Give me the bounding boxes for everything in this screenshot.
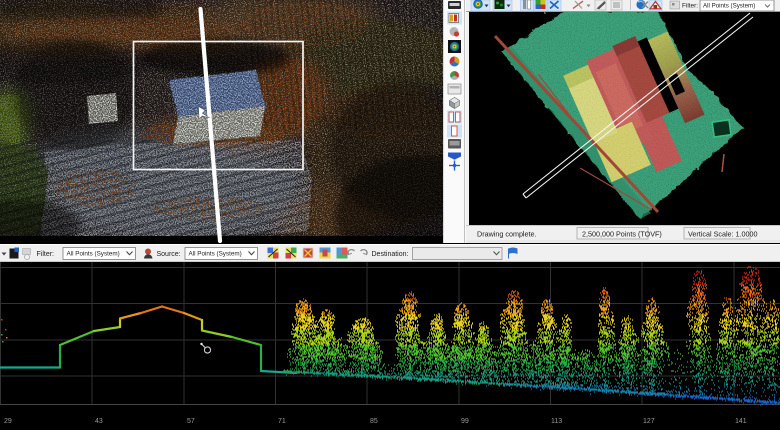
svg-text:All Points (System): All Points (System) — [189, 251, 242, 258]
svg-text:127: 127 — [643, 418, 655, 425]
svg-text:Vertical Scale: 1.0000: Vertical Scale: 1.0000 — [688, 230, 758, 239]
svg-text:Drawing complete.: Drawing complete. — [477, 230, 537, 239]
svg-text:85: 85 — [370, 418, 378, 425]
svg-text:Source:: Source: — [157, 251, 181, 258]
svg-text:29: 29 — [4, 418, 12, 425]
svg-text:2,500,000 Points (TOVF): 2,500,000 Points (TOVF) — [582, 230, 662, 239]
svg-text:All Points (System): All Points (System) — [703, 3, 755, 10]
svg-text:113: 113 — [551, 418, 562, 425]
svg-text:All Points (System): All Points (System) — [67, 251, 120, 258]
svg-text:141: 141 — [735, 418, 747, 425]
svg-text:99: 99 — [461, 418, 469, 425]
svg-text:57: 57 — [187, 418, 195, 425]
svg-text:Filter:: Filter: — [37, 251, 55, 258]
svg-text:Destination:: Destination: — [372, 251, 409, 258]
svg-text:71: 71 — [278, 418, 286, 425]
svg-text:43: 43 — [95, 418, 103, 425]
svg-text:Filter:: Filter: — [682, 3, 698, 10]
